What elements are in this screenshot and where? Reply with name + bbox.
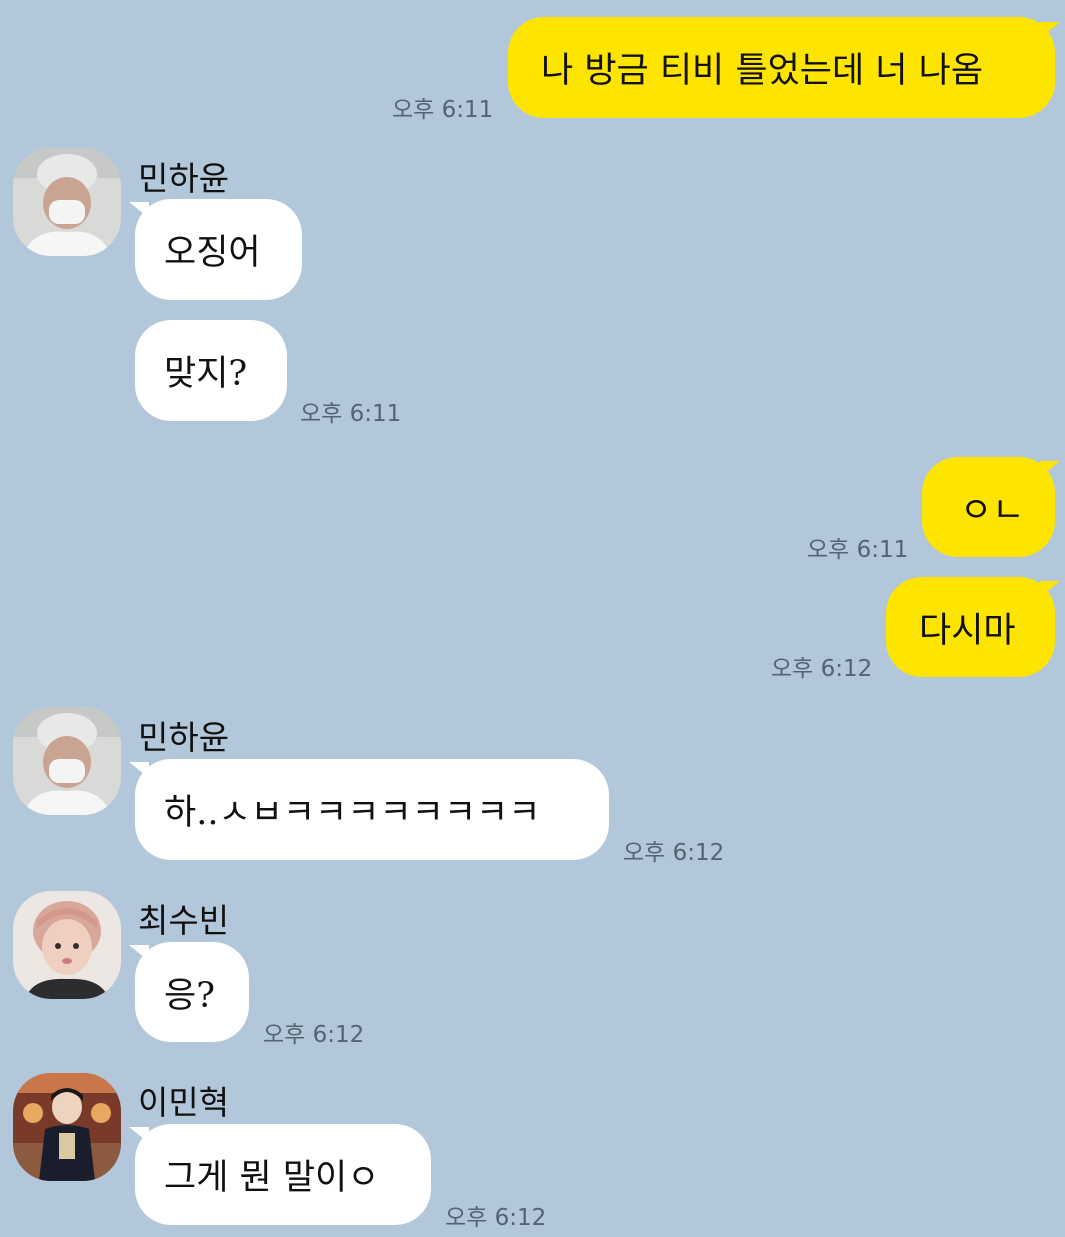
sender-name: 민하윤 <box>138 159 230 198</box>
message-time: 오후 6:11 <box>392 97 494 123</box>
message-text: 맞지? <box>164 354 248 394</box>
bubble-tail <box>129 762 149 778</box>
their-message-bubble[interactable]: 맞지? <box>135 320 287 421</box>
message-time: 오후 6:12 <box>771 656 873 682</box>
their-message-bubble[interactable]: 응? <box>135 942 249 1042</box>
message-text: 응? <box>164 975 215 1016</box>
my-message-bubble[interactable]: 나 방금 티비 틀었는데 너 나옴 <box>508 17 1055 118</box>
their-message-bubble[interactable]: 그게 뭔 말이ㅇ <box>135 1124 431 1225</box>
my-message-bubble[interactable]: ㅇㄴ <box>922 457 1055 557</box>
message-time: 오후 6:12 <box>445 1205 547 1231</box>
boy-portrait-avatar-icon <box>13 891 121 999</box>
message-text: 나 방금 티비 틀었는데 너 나옴 <box>541 51 984 91</box>
man-in-dark-coat-avatar-icon <box>13 1073 121 1181</box>
bubble-tail <box>129 202 149 218</box>
avatar-minhayun[interactable] <box>13 707 121 815</box>
my-message-bubble[interactable]: 다시마 <box>886 577 1055 677</box>
bubble-tail <box>129 945 149 961</box>
message-text: 다시마 <box>919 610 1016 651</box>
message-text: ㅇㄴ <box>960 490 1025 531</box>
avatar-choisubin[interactable] <box>13 891 121 999</box>
message-text: 하..ㅅㅂㅋㅋㅋㅋㅋㅋㅋㅋ <box>164 793 541 833</box>
bubble-tail <box>1040 581 1060 597</box>
sender-name: 이민혁 <box>138 1083 230 1122</box>
sender-name: 민하윤 <box>138 718 230 757</box>
message-time: 오후 6:11 <box>300 401 402 427</box>
masked-person-avatar-icon <box>13 707 121 815</box>
avatar-leeminhyuk[interactable] <box>13 1073 121 1181</box>
sender-name: 최수빈 <box>138 901 230 940</box>
bubble-tail <box>1040 22 1060 38</box>
avatar-minhayun[interactable] <box>13 148 121 256</box>
masked-person-avatar-icon <box>13 148 121 256</box>
message-time: 오후 6:12 <box>623 840 725 866</box>
their-message-bubble[interactable]: 하..ㅅㅂㅋㅋㅋㅋㅋㅋㅋㅋ <box>135 759 609 860</box>
message-time: 오후 6:12 <box>263 1022 365 1048</box>
message-time: 오후 6:11 <box>807 537 909 563</box>
message-text: 그게 뭔 말이ㅇ <box>164 1158 380 1198</box>
message-text: 오징어 <box>164 233 261 273</box>
their-message-bubble[interactable]: 오징어 <box>135 199 302 300</box>
bubble-tail <box>1040 461 1060 477</box>
bubble-tail <box>129 1127 149 1143</box>
